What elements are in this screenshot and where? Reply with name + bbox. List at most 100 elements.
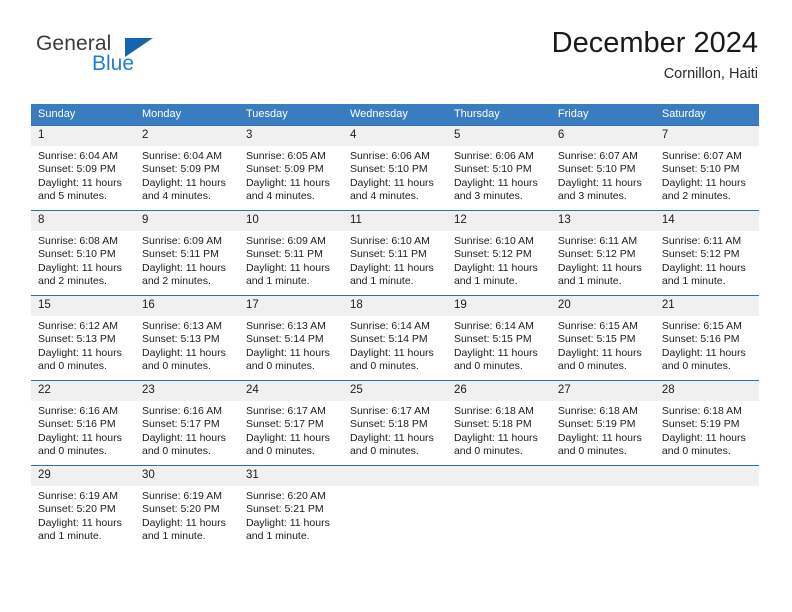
daylight-text-line1: Daylight: 11 hours (245, 516, 330, 529)
daylight-text-line1: Daylight: 11 hours (245, 431, 330, 444)
day-details: Sunrise: 6:07 AM Sunset: 5:10 PM Dayligh… (551, 146, 655, 204)
sunset-text: Sunset: 5:09 PM (38, 163, 116, 176)
sunrise-text: Sunrise: 6:16 AM (141, 405, 222, 417)
daylight-text-line1: Daylight: 11 hours (557, 431, 642, 444)
day-cell[interactable]: 8 Sunrise: 6:08 AM Sunset: 5:10 PM Dayli… (31, 210, 135, 296)
day-number: 6 (550, 126, 655, 146)
sunset-text: Sunset: 5:18 PM (453, 418, 532, 431)
day-number (446, 466, 551, 486)
day-details: Sunrise: 6:04 AM Sunset: 5:09 PM Dayligh… (135, 146, 239, 204)
daylight-text-line1: Daylight: 11 hours (349, 176, 434, 189)
sunrise-text: Sunrise: 6:12 AM (38, 320, 118, 332)
sunset-text: Sunset: 5:10 PM (349, 163, 428, 176)
day-cell[interactable]: 24 Sunrise: 6:17 AM Sunset: 5:17 PM Dayl… (238, 380, 343, 466)
day-cell[interactable]: 19 Sunrise: 6:14 AM Sunset: 5:15 PM Dayl… (446, 295, 551, 381)
day-cell[interactable]: 9 Sunrise: 6:09 AM Sunset: 5:11 PM Dayli… (134, 210, 239, 296)
sunset-text: Sunset: 5:17 PM (245, 418, 324, 431)
daylight-text-line1: Daylight: 11 hours (38, 516, 122, 529)
day-cell[interactable]: 10 Sunrise: 6:09 AM Sunset: 5:11 PM Dayl… (238, 210, 343, 296)
week-row: 22 Sunrise: 6:16 AM Sunset: 5:16 PM Dayl… (31, 380, 759, 466)
day-cell-empty (342, 465, 447, 550)
day-cell[interactable]: 11 Sunrise: 6:10 AM Sunset: 5:11 PM Dayl… (342, 210, 447, 296)
day-number: 16 (134, 296, 239, 316)
day-number: 31 (238, 466, 343, 486)
sunrise-text: Sunrise: 6:05 AM (245, 150, 326, 162)
daylight-text-line2: and 0 minutes. (453, 445, 523, 458)
sunrise-text: Sunrise: 6:16 AM (38, 405, 118, 417)
sunset-text: Sunset: 5:15 PM (453, 333, 532, 346)
day-cell[interactable]: 7 Sunrise: 6:07 AM Sunset: 5:10 PM Dayli… (654, 125, 759, 211)
daylight-text-line2: and 1 minute. (557, 275, 622, 288)
day-cell[interactable]: 16 Sunrise: 6:13 AM Sunset: 5:13 PM Dayl… (134, 295, 239, 381)
daylight-text-line2: and 4 minutes. (245, 190, 315, 203)
day-cell[interactable]: 6 Sunrise: 6:07 AM Sunset: 5:10 PM Dayli… (550, 125, 655, 211)
day-cell[interactable]: 25 Sunrise: 6:17 AM Sunset: 5:18 PM Dayl… (342, 380, 447, 466)
sunrise-text: Sunrise: 6:08 AM (38, 235, 118, 247)
day-cell[interactable]: 27 Sunrise: 6:18 AM Sunset: 5:19 PM Dayl… (550, 380, 655, 466)
day-details: Sunrise: 6:05 AM Sunset: 5:09 PM Dayligh… (239, 146, 343, 204)
daylight-text-line2: and 1 minute. (141, 530, 206, 543)
day-cell[interactable]: 15 Sunrise: 6:12 AM Sunset: 5:13 PM Dayl… (31, 295, 135, 381)
week-row: 29 Sunrise: 6:19 AM Sunset: 5:20 PM Dayl… (31, 465, 759, 550)
daylight-text-line2: and 0 minutes. (661, 445, 731, 458)
sunrise-text: Sunrise: 6:13 AM (245, 320, 326, 332)
day-number: 8 (31, 211, 135, 231)
day-cell[interactable]: 28 Sunrise: 6:18 AM Sunset: 5:19 PM Dayl… (654, 380, 759, 466)
day-details: Sunrise: 6:14 AM Sunset: 5:15 PM Dayligh… (447, 316, 551, 374)
day-cell[interactable]: 5 Sunrise: 6:06 AM Sunset: 5:10 PM Dayli… (446, 125, 551, 211)
day-cell[interactable]: 31 Sunrise: 6:20 AM Sunset: 5:21 PM Dayl… (238, 465, 343, 550)
week-row: 8 Sunrise: 6:08 AM Sunset: 5:10 PM Dayli… (31, 210, 759, 296)
sunrise-text: Sunrise: 6:11 AM (661, 235, 742, 247)
day-details: Sunrise: 6:09 AM Sunset: 5:11 PM Dayligh… (135, 231, 239, 289)
day-number: 18 (342, 296, 447, 316)
day-details: Sunrise: 6:17 AM Sunset: 5:17 PM Dayligh… (239, 401, 343, 459)
day-details: Sunrise: 6:06 AM Sunset: 5:10 PM Dayligh… (343, 146, 447, 204)
day-number: 19 (446, 296, 551, 316)
day-cell[interactable]: 4 Sunrise: 6:06 AM Sunset: 5:10 PM Dayli… (342, 125, 447, 211)
day-cell[interactable]: 26 Sunrise: 6:18 AM Sunset: 5:18 PM Dayl… (446, 380, 551, 466)
day-number (654, 466, 759, 486)
day-cell[interactable]: 21 Sunrise: 6:15 AM Sunset: 5:16 PM Dayl… (654, 295, 759, 381)
day-number: 15 (31, 296, 135, 316)
day-cell[interactable]: 29 Sunrise: 6:19 AM Sunset: 5:20 PM Dayl… (31, 465, 135, 550)
day-cell[interactable]: 20 Sunrise: 6:15 AM Sunset: 5:15 PM Dayl… (550, 295, 655, 381)
day-number: 22 (31, 381, 135, 401)
sunset-text: Sunset: 5:19 PM (557, 418, 636, 431)
day-details: Sunrise: 6:13 AM Sunset: 5:14 PM Dayligh… (239, 316, 343, 374)
day-cell[interactable]: 12 Sunrise: 6:10 AM Sunset: 5:12 PM Dayl… (446, 210, 551, 296)
sunset-text: Sunset: 5:20 PM (141, 503, 220, 516)
day-cell[interactable]: 18 Sunrise: 6:14 AM Sunset: 5:14 PM Dayl… (342, 295, 447, 381)
day-cell[interactable]: 1 Sunrise: 6:04 AM Sunset: 5:09 PM Dayli… (31, 125, 135, 211)
weekday-header-monday: Monday (134, 104, 239, 126)
day-cell-empty (550, 465, 655, 550)
day-details (343, 486, 447, 490)
day-details: Sunrise: 6:16 AM Sunset: 5:17 PM Dayligh… (135, 401, 239, 459)
daylight-text-line1: Daylight: 11 hours (38, 346, 122, 359)
sunset-text: Sunset: 5:12 PM (453, 248, 532, 261)
day-number: 24 (238, 381, 343, 401)
day-number: 23 (134, 381, 239, 401)
daylight-text-line1: Daylight: 11 hours (245, 261, 330, 274)
day-cell[interactable]: 13 Sunrise: 6:11 AM Sunset: 5:12 PM Dayl… (550, 210, 655, 296)
sunrise-text: Sunrise: 6:13 AM (141, 320, 222, 332)
day-cell[interactable]: 23 Sunrise: 6:16 AM Sunset: 5:17 PM Dayl… (134, 380, 239, 466)
calendar-body: 1 Sunrise: 6:04 AM Sunset: 5:09 PM Dayli… (31, 125, 759, 550)
day-cell[interactable]: 2 Sunrise: 6:04 AM Sunset: 5:09 PM Dayli… (134, 125, 239, 211)
day-cell[interactable]: 17 Sunrise: 6:13 AM Sunset: 5:14 PM Dayl… (238, 295, 343, 381)
day-cell[interactable]: 3 Sunrise: 6:05 AM Sunset: 5:09 PM Dayli… (238, 125, 343, 211)
daylight-text-line1: Daylight: 11 hours (557, 176, 642, 189)
sunrise-text: Sunrise: 6:10 AM (349, 235, 430, 247)
day-cell[interactable]: 22 Sunrise: 6:16 AM Sunset: 5:16 PM Dayl… (31, 380, 135, 466)
sunset-text: Sunset: 5:19 PM (661, 418, 740, 431)
daylight-text-line1: Daylight: 11 hours (245, 176, 330, 189)
daylight-text-line2: and 1 minute. (661, 275, 726, 288)
daylight-text-line1: Daylight: 11 hours (38, 431, 122, 444)
daylight-text-line2: and 0 minutes. (557, 360, 627, 373)
daylight-text-line2: and 3 minutes. (557, 190, 627, 203)
day-details: Sunrise: 6:19 AM Sunset: 5:20 PM Dayligh… (31, 486, 135, 544)
sunrise-text: Sunrise: 6:07 AM (661, 150, 742, 162)
day-number (342, 466, 447, 486)
brand-logo[interactable]: General Blue (32, 32, 212, 86)
day-cell[interactable]: 30 Sunrise: 6:19 AM Sunset: 5:20 PM Dayl… (134, 465, 239, 550)
day-cell[interactable]: 14 Sunrise: 6:11 AM Sunset: 5:12 PM Dayl… (654, 210, 759, 296)
